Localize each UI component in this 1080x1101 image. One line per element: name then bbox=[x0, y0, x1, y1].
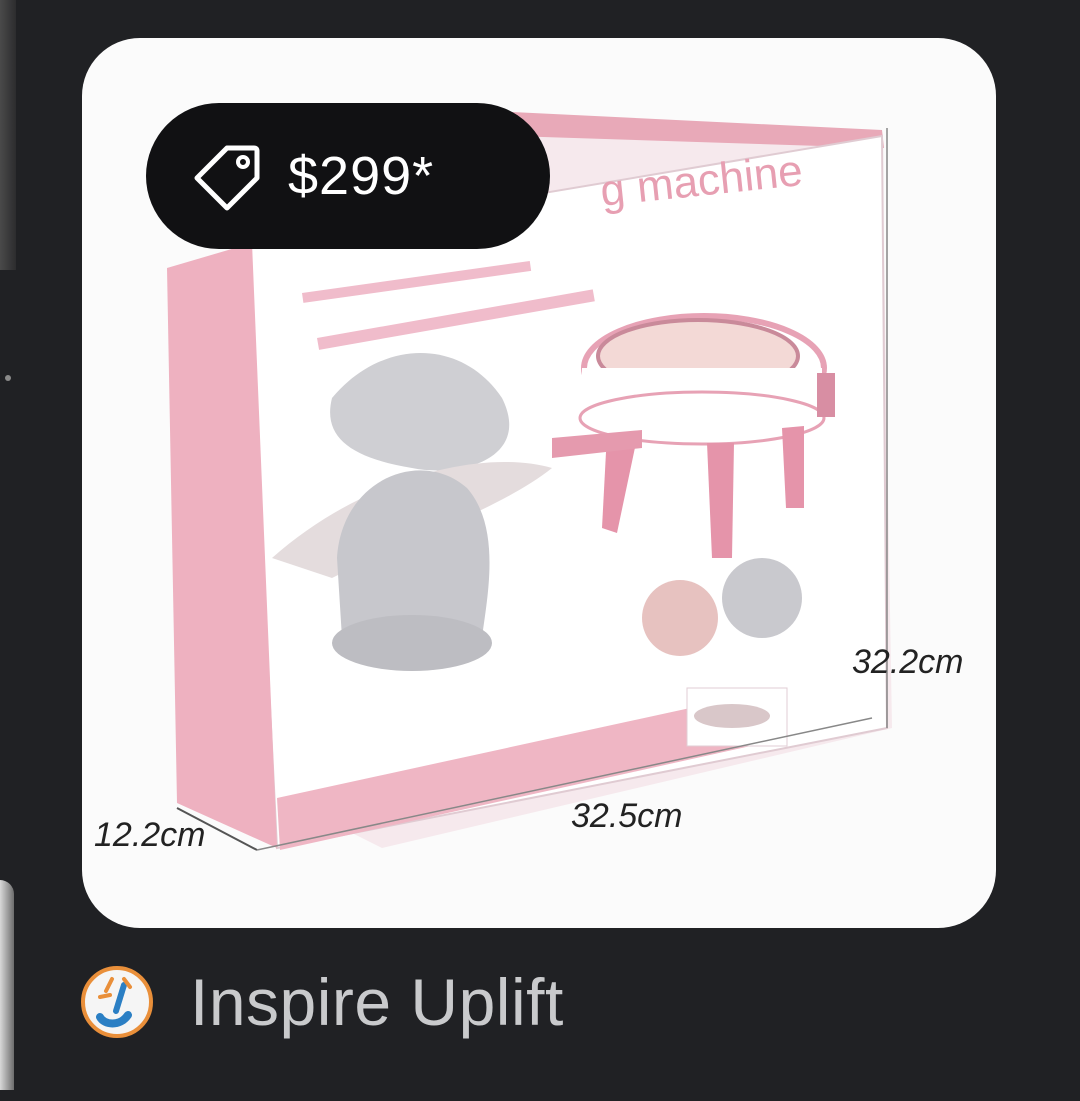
price-badge: $299* bbox=[146, 103, 550, 249]
price-text: $299* bbox=[288, 146, 435, 206]
adjacent-card-edge bbox=[0, 0, 16, 270]
dimension-width-label: 32.5cm bbox=[571, 797, 683, 835]
next-content-edge bbox=[0, 1090, 1080, 1101]
inspire-uplift-logo-icon bbox=[81, 966, 153, 1038]
dimension-height-label: 32.2cm bbox=[852, 643, 964, 681]
seller-name: Inspire Uplift bbox=[190, 965, 564, 1039]
dimension-depth-label: 12.2cm bbox=[94, 816, 206, 854]
price-tag-icon bbox=[194, 145, 260, 211]
seller-row[interactable]: Inspire Uplift bbox=[80, 962, 564, 1042]
adjacent-card-edge-bottom bbox=[0, 880, 14, 1101]
scroll-indicator-dot bbox=[5, 375, 11, 381]
